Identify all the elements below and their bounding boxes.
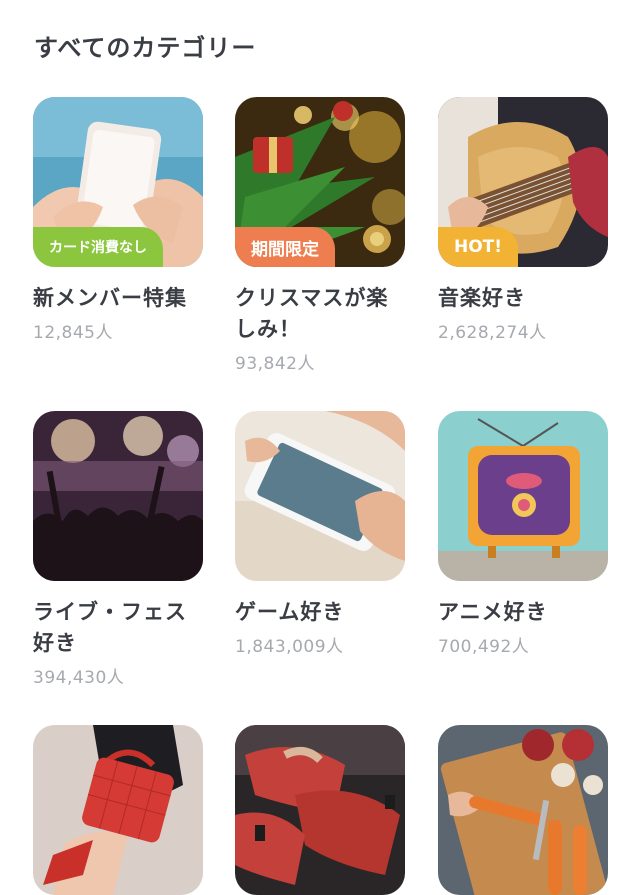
category-badge: 期間限定 <box>235 227 335 267</box>
category-thumbnail[interactable]: 期間限定 <box>235 97 405 267</box>
category-card-new-members[interactable]: カード消費なし 新メンバー特集 12,845人 <box>33 97 203 343</box>
category-thumbnail[interactable] <box>33 725 203 895</box>
category-member-count: 2,628,274人 <box>438 323 547 343</box>
category-card-christmas[interactable]: 期間限定 クリスマスが楽しみ！ 93,842人 <box>235 97 405 374</box>
category-title[interactable]: 新メンバー特集 <box>33 283 203 314</box>
red-handbag-image <box>33 725 203 895</box>
category-thumbnail[interactable] <box>438 411 608 581</box>
category-member-count: 700,492人 <box>438 637 530 657</box>
concert-crowd-image <box>33 411 203 581</box>
category-thumbnail[interactable] <box>235 411 405 581</box>
phone-game-image <box>235 411 405 581</box>
category-badge: HOT! <box>438 227 519 267</box>
category-title[interactable]: ライブ・フェス好き <box>33 597 203 659</box>
cooking-vegetables-image <box>438 725 608 895</box>
category-card-anime[interactable]: アニメ好き 700,492人 <box>438 411 608 657</box>
category-card-games[interactable]: ゲーム好き 1,843,009人 <box>235 411 405 657</box>
category-thumbnail[interactable] <box>235 725 405 895</box>
category-card-live-festival[interactable]: ライブ・フェス好き 394,430人 <box>33 411 203 688</box>
category-title[interactable]: 音楽好き <box>438 283 608 314</box>
category-title[interactable]: アニメ好き <box>438 597 608 628</box>
retro-tv-image <box>438 411 608 581</box>
category-thumbnail[interactable] <box>438 725 608 895</box>
category-card-cooking[interactable] <box>438 725 608 895</box>
categories-page: すべてのカテゴリー カード消費なし 新メンバー特集 12,845人 期間限定 ク… <box>0 0 640 895</box>
category-member-count: 1,843,009人 <box>235 637 344 657</box>
category-title[interactable]: クリスマスが楽しみ！ <box>235 283 405 345</box>
category-member-count: 93,842人 <box>235 354 315 374</box>
category-member-count: 394,430人 <box>33 668 125 688</box>
category-card-music[interactable]: HOT! 音楽好き 2,628,274人 <box>438 97 608 343</box>
category-thumbnail[interactable]: HOT! <box>438 97 608 267</box>
category-title[interactable]: ゲーム好き <box>235 597 405 628</box>
boxing-wraps-image <box>235 725 405 895</box>
category-badge: カード消費なし <box>33 227 163 267</box>
category-card-boxing[interactable] <box>235 725 405 895</box>
category-member-count: 12,845人 <box>33 323 113 343</box>
category-thumbnail[interactable] <box>33 411 203 581</box>
category-card-fashion[interactable] <box>33 725 203 895</box>
category-thumbnail[interactable]: カード消費なし <box>33 97 203 267</box>
category-grid: カード消費なし 新メンバー特集 12,845人 期間限定 クリスマスが楽しみ！ … <box>0 0 640 895</box>
